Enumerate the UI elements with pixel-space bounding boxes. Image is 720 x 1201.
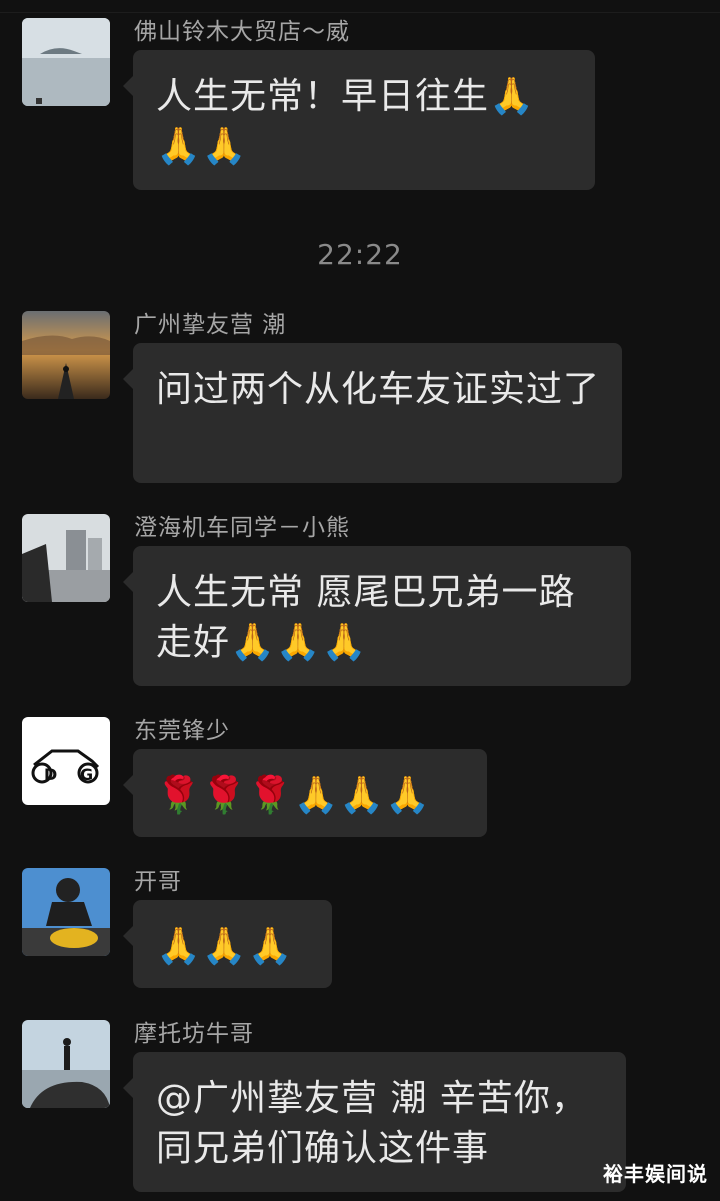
message-bubble[interactable]: 问过两个从化车友证实过了 [123,343,622,483]
dg-motorcycle-logo-avatar[interactable]: D G [22,717,110,805]
message-bubble[interactable]: @广州挚友营 潮 辛苦你，同兄弟们确认这件事 [123,1052,626,1192]
sea-island-avatar[interactable] [22,18,110,106]
rider-helmet-avatar[interactable] [22,868,110,956]
sender-name: 佛山铃木大贸店～威 [134,19,350,45]
man-on-car-avatar[interactable] [22,1020,110,1108]
motorcycle-road-avatar[interactable] [22,311,110,399]
time-divider: 22:22 [317,238,403,271]
sender-name: 澄海机车同学－小熊 [134,515,350,541]
message-bubble[interactable]: 🙏🙏🙏 [123,900,332,988]
svg-text:G: G [80,765,93,784]
message-bubble[interactable]: 人生无常！早日往生🙏🙏🙏 [123,50,595,190]
svg-text:D: D [44,765,57,784]
sender-name: 广州挚友营 潮 [134,312,287,338]
sender-name: 开哥 [134,869,182,895]
message-bubble[interactable]: 人生无常 愿尾巴兄弟一路走好🙏🙏🙏 [123,546,631,686]
top-divider [0,12,720,13]
street-view-avatar[interactable] [22,514,110,602]
sender-name: 摩托坊牛哥 [134,1021,254,1047]
watermark: 裕丰娱间说 [603,1162,708,1186]
message-bubble[interactable]: 🌹🌹🌹🙏🙏🙏 [123,749,487,837]
sender-name: 东莞锋少 [134,718,230,744]
